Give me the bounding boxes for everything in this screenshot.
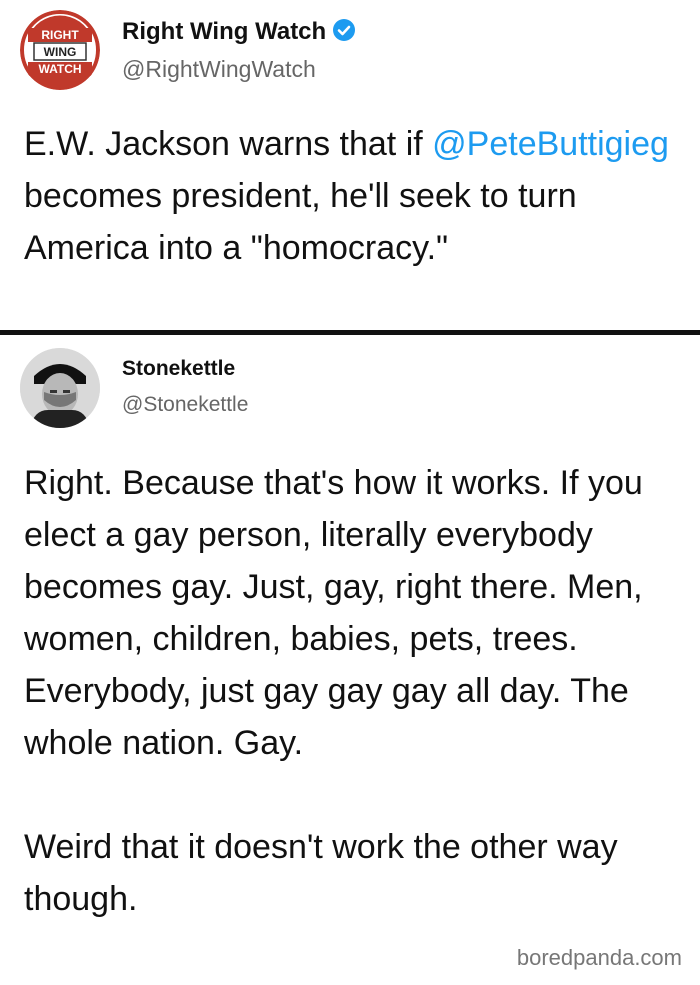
display-name[interactable]: Stonekettle	[122, 357, 235, 381]
stonekettle-avatar[interactable]	[20, 348, 100, 428]
svg-text:WATCH: WATCH	[38, 62, 81, 76]
right-wing-watch-logo-avatar[interactable]: RIGHT WING WATCH	[20, 10, 100, 90]
svg-text:RIGHT: RIGHT	[41, 28, 79, 42]
verified-badge-icon	[333, 19, 356, 41]
tweet-text: E.W. Jackson warns that if @PeteButtigie…	[24, 125, 669, 267]
tweet-paragraph: Right. Because that's how it works. If y…	[24, 464, 643, 762]
tweet-text: Right. Because that's how it works. If y…	[24, 457, 684, 925]
mention-link[interactable]: @PeteButtigieg	[432, 125, 669, 163]
person-avatar-icon	[20, 348, 100, 428]
user-handle[interactable]: @Stonekettle	[122, 393, 248, 417]
right-wing-watch-logo: RIGHT WING WATCH	[20, 10, 100, 90]
tweet-right-wing-watch: RIGHT WING WATCH Right Wing Watch @Right…	[0, 0, 700, 330]
tweet-stonekettle: Stonekettle @Stonekettle Right. Because …	[0, 335, 700, 985]
watermark: boredpanda.com	[516, 945, 682, 970]
user-handle[interactable]: @RightWingWatch	[122, 56, 316, 83]
display-name[interactable]: Right Wing Watch	[122, 18, 356, 46]
tweet-paragraph: Weird that it doesn't work the other way…	[24, 828, 618, 918]
svg-text:WING: WING	[44, 45, 77, 59]
